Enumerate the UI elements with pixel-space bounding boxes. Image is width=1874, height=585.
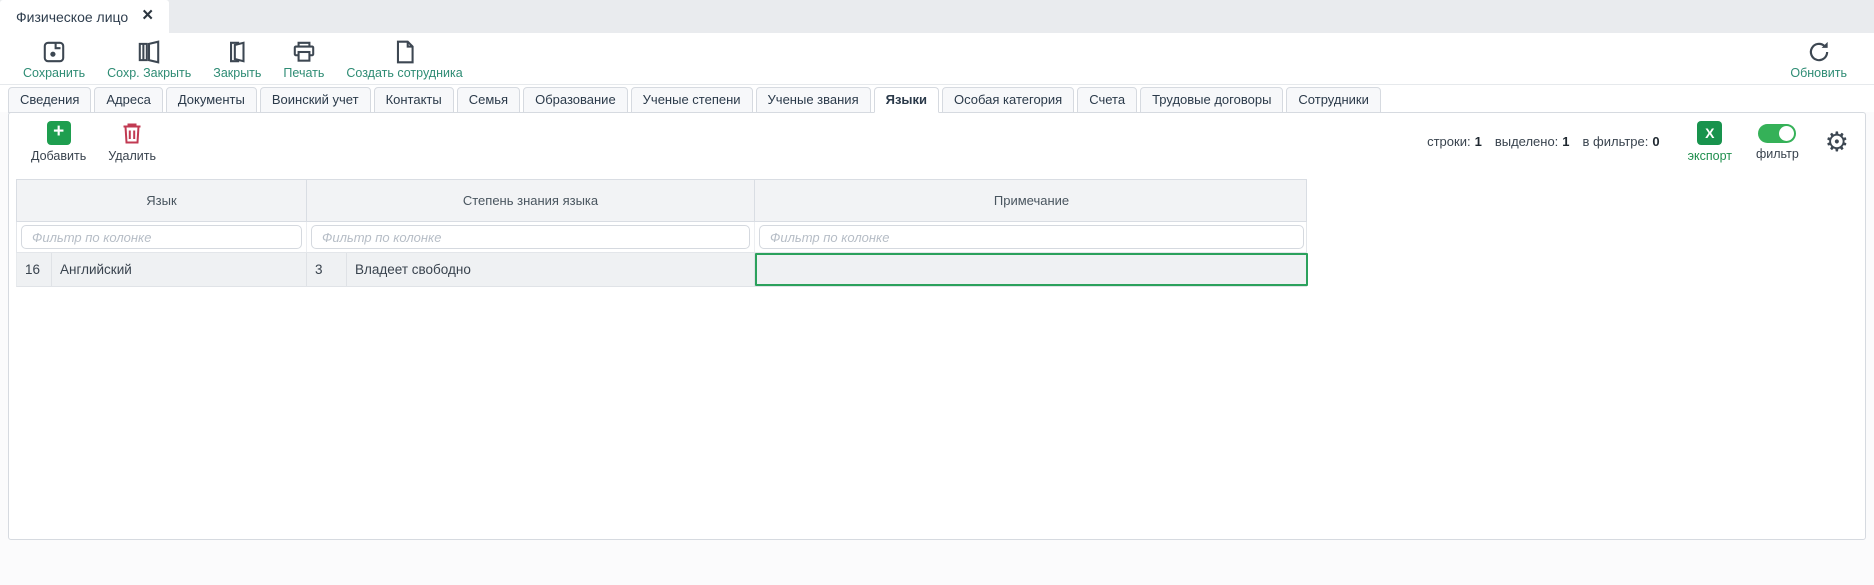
grid-stats: строки:1 выделено:1 в фильтре:0	[1427, 134, 1660, 149]
tab-trudovye-dogovory[interactable]: Трудовые договоры	[1140, 87, 1283, 113]
column-header-level[interactable]: Степень знания языка	[307, 180, 755, 221]
refresh-icon	[1806, 39, 1832, 65]
save-button[interactable]: Сохранить	[12, 37, 96, 82]
doc-tab-fizicheskoe-lico[interactable]: Физическое лицо ×	[0, 0, 169, 33]
refresh-button-label: Обновить	[1790, 66, 1847, 80]
save-close-button[interactable]: Сохр. Закрыть	[96, 37, 202, 82]
trash-icon	[121, 121, 143, 145]
tab-svedeniya[interactable]: Сведения	[8, 87, 91, 113]
selected-count-stat: выделено:1	[1495, 134, 1570, 149]
filtered-count-stat: в фильтре:0	[1583, 134, 1660, 149]
tab-scheta[interactable]: Счета	[1077, 87, 1137, 113]
tab-kontakty[interactable]: Контакты	[374, 87, 454, 113]
close-button-label: Закрыть	[213, 66, 261, 80]
tab-osobaya-kategoriya[interactable]: Особая категория	[942, 87, 1074, 113]
toggle-knob	[1779, 126, 1794, 141]
tab-voinskiy-uchet[interactable]: Воинский учет	[260, 87, 371, 113]
export-excel-button[interactable]: X экспорт	[1688, 121, 1732, 163]
cell-level[interactable]: Владеет свободно	[347, 253, 755, 286]
gear-icon: ⚙	[1825, 127, 1849, 157]
create-employee-button[interactable]: Создать сотрудника	[335, 37, 473, 82]
tab-yazyki[interactable]: Языки	[874, 87, 939, 113]
toggle-switch[interactable]	[1758, 124, 1796, 143]
cell-language-id[interactable]: 16	[17, 253, 52, 286]
document-tabstrip: Физическое лицо ×	[0, 0, 1874, 33]
tab-sotrudniki[interactable]: Сотрудники	[1286, 87, 1380, 113]
save-button-label: Сохранить	[23, 66, 85, 80]
door-icon	[224, 39, 250, 65]
languages-table: Язык Степень знания языка Примечание 16 …	[16, 179, 1307, 287]
refresh-button[interactable]: Обновить	[1779, 37, 1858, 82]
cell-level-code[interactable]: 3	[307, 253, 347, 286]
table-header-row: Язык Степень знания языка Примечание	[16, 179, 1307, 222]
save-icon	[41, 39, 67, 65]
settings-gear-button[interactable]: ⚙	[1825, 129, 1849, 156]
excel-icon: X	[1697, 121, 1722, 145]
create-employee-button-label: Создать сотрудника	[346, 66, 462, 80]
filter-toggle-label: фильтр	[1756, 147, 1799, 161]
form-tabbar: Сведения Адреса Документы Воинский учет …	[0, 85, 1874, 112]
doc-tab-title: Физическое лицо	[16, 9, 128, 25]
print-button-label: Печать	[283, 66, 324, 80]
filter-input-level[interactable]	[311, 225, 750, 249]
new-document-icon	[392, 39, 418, 65]
grid-toolbar-right: строки:1 выделено:1 в фильтре:0 X экспор…	[1427, 121, 1849, 163]
tab-uchenye-zvaniya[interactable]: Ученые звания	[756, 87, 871, 113]
add-row-label: Добавить	[31, 149, 86, 163]
tab-semya[interactable]: Семья	[457, 87, 520, 113]
add-row-button[interactable]: + Добавить	[31, 121, 86, 163]
languages-panel: + Добавить Удалить строки:1 выделено:1 в…	[8, 112, 1866, 540]
close-button[interactable]: Закрыть	[202, 37, 272, 82]
rows-count-stat: строки:1	[1427, 134, 1482, 149]
tab-obrazovanie[interactable]: Образование	[523, 87, 628, 113]
delete-row-button[interactable]: Удалить	[108, 121, 156, 163]
grid-toolbar: + Добавить Удалить строки:1 выделено:1 в…	[9, 113, 1865, 171]
table-row[interactable]: 16 Английский 3 Владеет свободно	[16, 253, 1307, 287]
print-icon	[291, 39, 317, 65]
tab-uchenye-stepeni[interactable]: Ученые степени	[631, 87, 753, 113]
print-button[interactable]: Печать	[272, 37, 335, 82]
column-header-language[interactable]: Язык	[17, 180, 307, 221]
delete-row-label: Удалить	[108, 149, 156, 163]
column-header-note[interactable]: Примечание	[755, 180, 1308, 221]
cell-language[interactable]: Английский	[52, 253, 307, 286]
plus-icon: +	[47, 121, 71, 145]
table-filter-row	[16, 222, 1307, 253]
filter-toggle[interactable]: фильтр	[1756, 121, 1799, 161]
save-close-icon	[136, 39, 162, 65]
filter-input-language[interactable]	[21, 225, 302, 249]
close-tab-icon[interactable]: ×	[142, 6, 153, 25]
save-close-button-label: Сохр. Закрыть	[107, 66, 191, 80]
tab-dokumenty[interactable]: Документы	[166, 87, 257, 113]
tab-adresa[interactable]: Адреса	[94, 87, 162, 113]
main-toolbar: Сохранить Сохр. Закрыть Закрыть	[0, 33, 1874, 85]
export-label: экспорт	[1688, 149, 1732, 163]
cell-note-selected[interactable]	[755, 253, 1308, 286]
filter-input-note[interactable]	[759, 225, 1304, 249]
